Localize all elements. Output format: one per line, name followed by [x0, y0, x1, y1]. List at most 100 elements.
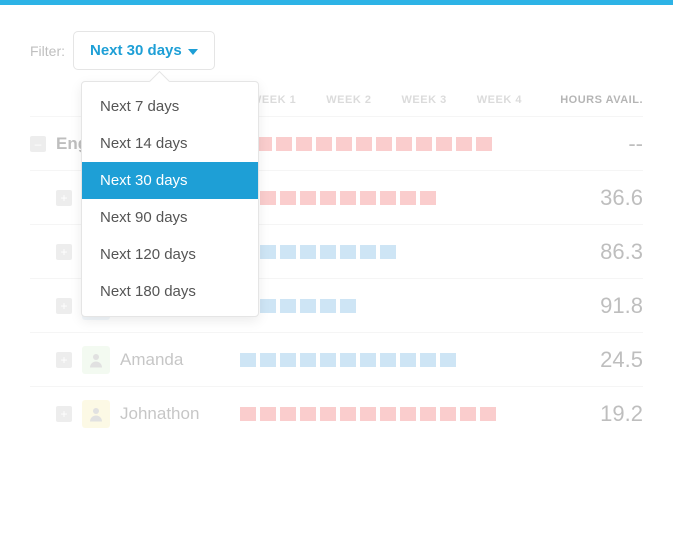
utilization-segment [440, 299, 456, 313]
utilization-segment [280, 299, 296, 313]
utilization-segment [300, 353, 316, 367]
utilization-segment [296, 137, 312, 151]
utilization-segment [480, 191, 496, 205]
utilization-segment [500, 407, 516, 421]
utilization-segment [400, 407, 416, 421]
utilization-segment [400, 299, 416, 313]
utilization-segment [360, 299, 376, 313]
utilization-segment [380, 191, 396, 205]
utilization-segment [480, 245, 496, 259]
utilization-segment [420, 245, 436, 259]
person-hours: 86.3 [537, 239, 643, 265]
utilization-segment [500, 299, 516, 313]
utilization-segment [340, 299, 356, 313]
utilization-segment [400, 245, 416, 259]
utilization-segment [360, 245, 376, 259]
person-hours: 36.6 [537, 185, 643, 211]
filter-option[interactable]: Next 7 days [82, 88, 258, 125]
utilization-segment [420, 191, 436, 205]
utilization-segment [260, 245, 276, 259]
utilization-segment [396, 137, 412, 151]
utilization-segment [500, 245, 516, 259]
utilization-segment [340, 191, 356, 205]
utilization-segment [400, 191, 416, 205]
expand-person-button[interactable]: + [56, 190, 72, 206]
group-utilization-bars [216, 135, 537, 153]
filter-option[interactable]: Next 90 days [82, 199, 258, 236]
utilization-segment [420, 299, 436, 313]
person-name: Johnathon [120, 404, 240, 424]
utilization-segment [300, 191, 316, 205]
column-hours-avail: HOURS AVAIL. [537, 94, 643, 106]
filter-option[interactable]: Next 120 days [82, 236, 258, 273]
utilization-segment [380, 299, 396, 313]
expand-person-button[interactable]: + [56, 244, 72, 260]
utilization-segment [280, 191, 296, 205]
person-hours: 91.8 [537, 293, 643, 319]
utilization-segment [480, 407, 496, 421]
utilization-bars [240, 297, 537, 315]
utilization-segment [336, 137, 352, 151]
utilization-segment [320, 299, 336, 313]
utilization-segment [320, 245, 336, 259]
column-week: WEEK 3 [387, 94, 462, 106]
column-week: WEEK 2 [311, 94, 386, 106]
collapse-group-button[interactable]: – [30, 136, 46, 152]
utilization-segment [300, 407, 316, 421]
utilization-segment [460, 299, 476, 313]
utilization-segment [360, 191, 376, 205]
utilization-segment [360, 353, 376, 367]
utilization-segment [300, 299, 316, 313]
utilization-segment [460, 407, 476, 421]
utilization-segment [460, 191, 476, 205]
utilization-segment [320, 407, 336, 421]
utilization-segment [280, 407, 296, 421]
utilization-segment [260, 299, 276, 313]
utilization-segment [500, 191, 516, 205]
utilization-segment [416, 137, 432, 151]
person-row: + Johnathon 19.2 [30, 387, 643, 441]
utilization-segment [480, 299, 496, 313]
person-name: Amanda [120, 350, 240, 370]
filter-option[interactable]: Next 180 days [82, 273, 258, 310]
expand-person-button[interactable]: + [56, 406, 72, 422]
utilization-segment [320, 353, 336, 367]
filter-selected-value: Next 30 days [90, 42, 182, 59]
utilization-bars [240, 351, 537, 369]
utilization-segment [360, 407, 376, 421]
utilization-segment [340, 407, 356, 421]
utilization-segment [420, 353, 436, 367]
utilization-segment [356, 137, 372, 151]
utilization-segment [376, 137, 392, 151]
avatar [82, 400, 110, 428]
utilization-segment [260, 407, 276, 421]
utilization-segment [300, 245, 316, 259]
utilization-segment [260, 353, 276, 367]
utilization-segment [436, 137, 452, 151]
avatar [82, 346, 110, 374]
filter-option[interactable]: Next 30 days [82, 162, 258, 199]
utilization-segment [440, 245, 456, 259]
utilization-bars [240, 405, 537, 423]
utilization-segment [340, 353, 356, 367]
utilization-segment [456, 137, 472, 151]
expand-person-button[interactable]: + [56, 298, 72, 314]
filter-row: Filter: Next 30 days Next 7 daysNext 14 … [30, 31, 643, 70]
utilization-segment [440, 407, 456, 421]
filter-dropdown-button[interactable]: Next 30 days [73, 31, 215, 70]
person-row: +Amanda24.5 [30, 333, 643, 387]
person-hours: 19.2 [537, 401, 643, 427]
utilization-segment [380, 407, 396, 421]
utilization-bars [240, 243, 537, 261]
utilization-bars [240, 189, 537, 207]
utilization-segment [500, 353, 516, 367]
filter-dropdown: Next 30 days Next 7 daysNext 14 daysNext… [73, 31, 215, 70]
utilization-segment [420, 407, 436, 421]
utilization-segment [440, 191, 456, 205]
utilization-segment [380, 245, 396, 259]
expand-person-button[interactable]: + [56, 352, 72, 368]
filter-option[interactable]: Next 14 days [82, 125, 258, 162]
utilization-segment [440, 353, 456, 367]
utilization-segment [316, 137, 332, 151]
utilization-segment [340, 245, 356, 259]
